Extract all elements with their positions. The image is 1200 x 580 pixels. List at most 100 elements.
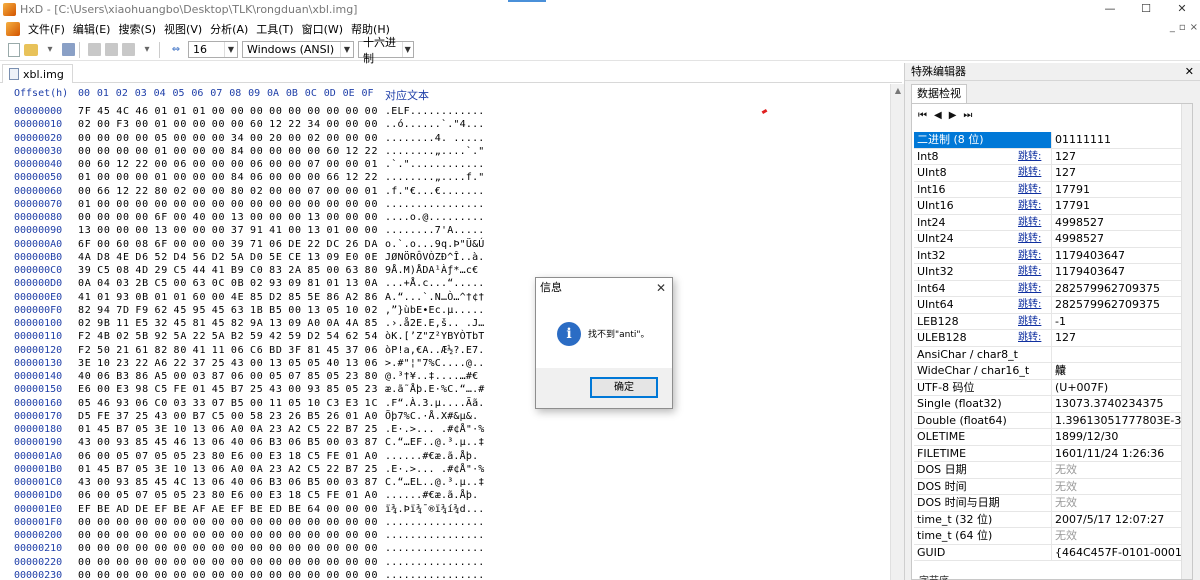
hex-row[interactable]: 00000130 3E 10 23 22 A6 22 37 25 43 00 13… xyxy=(0,358,890,371)
row-hex-bytes[interactable]: 01 45 B7 05 3E 10 13 06 A0 0A 23 A2 C5 2… xyxy=(78,464,378,475)
row-hex-bytes[interactable]: 00 00 00 00 01 00 00 00 84 00 00 00 00 6… xyxy=(78,146,378,157)
row-text[interactable]: ........„....f." xyxy=(385,172,485,183)
close-button[interactable]: ✕ xyxy=(1164,0,1200,19)
hex-row[interactable]: 00000040 00 60 12 22 00 06 00 00 00 06 00… xyxy=(0,159,890,172)
row-hex-bytes[interactable]: 00 66 12 22 80 02 00 00 80 02 00 00 07 0… xyxy=(78,186,378,197)
row-text[interactable]: .›.å2E.E‚š.. .J… xyxy=(385,318,485,329)
row-hex-bytes[interactable]: 06 00 05 07 05 05 23 80 E6 00 E3 18 C5 F… xyxy=(78,490,378,501)
next-icon[interactable]: ▶ xyxy=(949,110,957,121)
row-text[interactable]: ........„....`." xyxy=(385,146,485,157)
inspector-row[interactable]: 二进制 (8 位) 01111111 xyxy=(914,132,1190,149)
row-text[interactable]: ................ xyxy=(385,557,485,568)
hex-row[interactable]: 00000170 D5 FE 37 25 43 00 B7 C5 00 58 23… xyxy=(0,411,890,424)
row-hex-bytes[interactable]: EF BE AD DE EF BE AF AE EF BE ED BE 64 0… xyxy=(78,504,378,515)
inspector-row[interactable]: DOS 时间与日期 无效 xyxy=(914,495,1190,512)
row-hex-bytes[interactable]: 6F 00 60 08 6F 00 00 00 39 71 06 DE 22 D… xyxy=(78,239,378,250)
tab-data-inspector[interactable]: 数据检视 xyxy=(911,84,967,103)
inspector-value[interactable]: 齉 xyxy=(1052,363,1190,379)
menu-analysis[interactable]: 分析(A) xyxy=(206,21,252,37)
jump-link[interactable]: 跳转: xyxy=(1018,215,1051,231)
inspector-row[interactable]: time_t (64 位) 无效 xyxy=(914,528,1190,545)
row-hex-bytes[interactable]: 00 00 00 00 00 00 00 00 00 00 00 00 00 0… xyxy=(78,530,378,541)
inspector-value[interactable]: 1899/12/30 xyxy=(1052,429,1190,445)
inspector-value[interactable]: 无效 xyxy=(1052,495,1190,511)
row-hex-bytes[interactable]: 00 00 00 00 00 00 00 00 00 00 00 00 00 0… xyxy=(78,570,378,580)
row-hex-bytes[interactable]: 41 01 93 0B 01 01 60 00 4E 85 D2 85 5E 8… xyxy=(78,292,378,303)
save-icon[interactable] xyxy=(62,43,75,56)
menu-window[interactable]: 窗口(W) xyxy=(298,21,347,37)
row-text[interactable]: ...+Å.c...“..... xyxy=(385,278,485,289)
jump-link[interactable]: 跳转: xyxy=(1018,330,1051,346)
hex-row[interactable]: 000001A0 06 00 05 07 05 05 23 80 E6 00 E3… xyxy=(0,451,890,464)
row-hex-bytes[interactable]: 82 94 7D F9 62 45 95 45 63 1B B5 00 13 0… xyxy=(78,305,378,316)
hex-row[interactable]: 00000150 E6 00 E3 98 C5 FE 01 45 B7 25 43… xyxy=(0,384,890,397)
row-text[interactable]: ................ xyxy=(385,199,485,210)
inspector-value[interactable]: 1179403647 xyxy=(1052,248,1190,264)
row-text[interactable]: .F“.À.3.µ....Ãã. xyxy=(385,398,485,409)
hex-row[interactable]: 000000E0 41 01 93 0B 01 01 60 00 4E 85 D2… xyxy=(0,292,890,305)
hex-row[interactable]: 00000070 01 00 00 00 00 00 00 00 00 00 00… xyxy=(0,199,890,212)
print-dropdown-icon[interactable]: ▾ xyxy=(139,42,155,58)
row-hex-bytes[interactable]: 39 C5 08 4D 29 C5 44 41 B9 C0 83 2A 85 0… xyxy=(78,265,378,276)
hex-row[interactable]: 00000210 00 00 00 00 00 00 00 00 00 00 00… xyxy=(0,543,890,556)
hex-row[interactable]: 00000020 00 00 00 00 05 00 00 00 34 00 20… xyxy=(0,133,890,146)
hex-row[interactable]: 000000F0 82 94 7D F9 62 45 95 45 63 1B B5… xyxy=(0,305,890,318)
inspector-value[interactable]: 1179403647 xyxy=(1052,264,1190,280)
new-file-icon[interactable] xyxy=(8,42,20,57)
row-text[interactable]: ï¾.Þï¾¯®ï¾í¾d... xyxy=(385,504,485,515)
row-text[interactable]: .`."............ xyxy=(385,159,485,170)
jump-link[interactable]: 跳转: xyxy=(1018,149,1051,165)
last-icon[interactable]: ⏭ xyxy=(963,110,972,121)
row-hex-bytes[interactable]: D5 FE 37 25 43 00 B7 C5 00 58 23 26 B5 2… xyxy=(78,411,378,422)
doc-close-button[interactable]: × xyxy=(1190,22,1198,33)
hex-row[interactable]: 00000120 F2 50 21 61 82 80 41 11 06 C6 BD… xyxy=(0,345,890,358)
hex-row[interactable]: 00000050 01 00 00 00 01 00 00 00 84 06 00… xyxy=(0,172,890,185)
inspector-row[interactable]: LEB128 跳转: -1 xyxy=(914,313,1190,330)
charset-select[interactable]: Windows (ANSI) ▼ xyxy=(242,41,354,58)
row-hex-bytes[interactable]: 3E 10 23 22 A6 22 37 25 43 00 13 05 05 4… xyxy=(78,358,378,369)
first-icon[interactable]: ⏮ xyxy=(918,110,927,121)
inspector-value[interactable]: 1.39613051777803E-309 xyxy=(1052,413,1190,429)
inspector-row[interactable]: AnsiChar / char8_t xyxy=(914,346,1190,363)
inspector-value[interactable]: 127 xyxy=(1052,330,1190,346)
jump-link[interactable]: 跳转: xyxy=(1018,182,1051,198)
hex-row[interactable]: 000001D0 06 00 05 07 05 05 23 80 E6 00 E3… xyxy=(0,490,890,503)
hex-row[interactable]: 00000010 02 00 F3 00 01 00 00 00 00 60 12… xyxy=(0,119,890,132)
hex-row[interactable]: 000001F0 00 00 00 00 00 00 00 00 00 00 00… xyxy=(0,517,890,530)
inspector-row[interactable]: UTF-8 码位 (U+007F) xyxy=(914,379,1190,396)
jump-link[interactable]: 跳转: xyxy=(1018,231,1051,247)
row-text[interactable]: >.#"¦"7%C....@.. xyxy=(385,358,485,369)
inspector-row[interactable]: Int8 跳转: 127 xyxy=(914,148,1190,165)
row-text[interactable]: ........4. ..... xyxy=(385,133,485,144)
row-hex-bytes[interactable]: 0A 04 03 2B C5 00 63 0C 0B 02 93 09 81 0… xyxy=(78,278,378,289)
inspector-row[interactable]: UInt24 跳转: 4998527 xyxy=(914,231,1190,248)
hex-scrollbar[interactable]: ▲ xyxy=(890,84,904,580)
row-hex-bytes[interactable]: 00 00 00 00 00 00 00 00 00 00 00 00 00 0… xyxy=(78,543,378,554)
inspector-row[interactable]: ULEB128 跳转: 127 xyxy=(914,330,1190,347)
jump-link[interactable]: 跳转: xyxy=(1018,248,1051,264)
menu-search[interactable]: 搜索(S) xyxy=(114,21,160,37)
row-text[interactable]: ........7'A..... xyxy=(385,225,485,236)
hex-row[interactable]: 000000D0 0A 04 03 2B C5 00 63 0C 0B 02 93… xyxy=(0,278,890,291)
menu-file[interactable]: 文件(F) xyxy=(24,21,69,37)
inspector-value[interactable] xyxy=(1052,347,1190,363)
row-text[interactable]: JØNÖRÔVÒZÐ^Î..à. xyxy=(385,252,485,263)
hex-row[interactable]: 00000190 43 00 93 85 45 46 13 06 40 06 B3… xyxy=(0,437,890,450)
row-text[interactable]: ‚”}ùbE•Ec.µ..... xyxy=(385,305,485,316)
inspector-row[interactable]: Int64 跳转: 282579962709375 xyxy=(914,280,1190,297)
row-text[interactable]: ................ xyxy=(385,570,485,580)
hex-row[interactable]: 00000110 F2 4B 02 5B 92 5A 22 5A B2 59 42… xyxy=(0,331,890,344)
inspector-row[interactable]: GUID {464C457F-0101-0001-0000- xyxy=(914,544,1190,561)
inspector-value[interactable]: 无效 xyxy=(1052,479,1190,495)
jump-link[interactable]: 跳转: xyxy=(1018,281,1051,297)
row-hex-bytes[interactable]: 7F 45 4C 46 01 01 01 00 00 00 00 00 00 0… xyxy=(78,106,378,117)
menu-view[interactable]: 视图(V) xyxy=(160,21,206,37)
inspector-row[interactable]: UInt16 跳转: 17791 xyxy=(914,198,1190,215)
row-text[interactable]: òK.[’Z"Z²YBYÒTbT xyxy=(385,331,485,342)
jump-link[interactable]: 跳转: xyxy=(1018,165,1051,181)
inspector-row[interactable]: DOS 日期 无效 xyxy=(914,462,1190,479)
row-text[interactable]: @.³†¥..‡....…#€ xyxy=(385,371,478,382)
row-hex-bytes[interactable]: 13 00 00 00 13 00 00 00 37 91 41 00 13 0… xyxy=(78,225,378,236)
open-folder-icon[interactable] xyxy=(24,43,38,56)
bytes-per-row-select[interactable]: 16 ▼ xyxy=(188,41,238,58)
